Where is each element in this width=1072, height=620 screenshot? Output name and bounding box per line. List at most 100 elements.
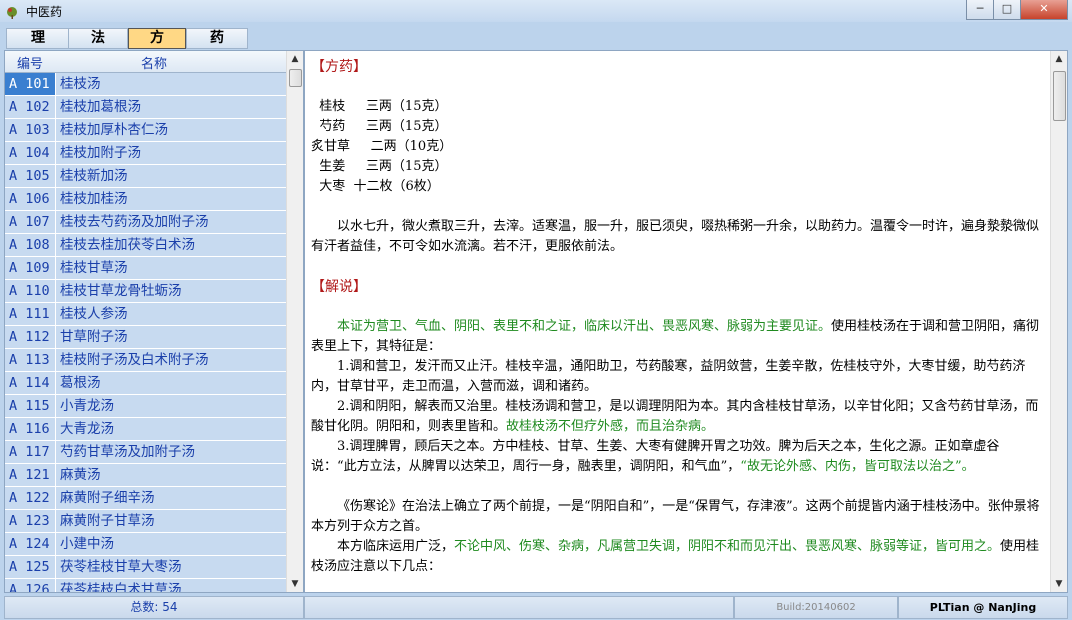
formula-code: A 125 [5,556,55,578]
formula-code: A 124 [5,533,55,555]
window-title: 中医药 [26,5,63,19]
author-label: PLTian @ NanJing [898,596,1068,619]
list-item[interactable]: A 125 茯苓桂枝甘草大枣汤 [5,556,286,579]
list-item[interactable]: A 126 茯苓桂枝白术甘草汤 [5,579,286,592]
formula-name: 桂枝甘草汤 [56,257,286,279]
formula-name: 桂枝汤 [56,73,286,95]
total-count: 总数: 54 [4,596,304,619]
minimize-button[interactable]: ─ [966,0,994,20]
formula-name: 桂枝附子汤及白术附子汤 [56,349,286,371]
herb-line: 炙甘草 二两（10克） [311,139,453,154]
status-bar: 总数: 54 Build:20140602 PLTian @ NanJing [0,593,1072,620]
formula-name: 大青龙汤 [56,418,286,440]
section-heading-explanation: 【解说】 [311,279,367,295]
status-empty-cell [304,596,734,619]
formula-code: A 115 [5,395,55,417]
formula-name: 麻黄附子细辛汤 [56,487,286,509]
formula-name: 茯苓桂枝甘草大枣汤 [56,556,286,578]
formula-name: 桂枝加附子汤 [56,142,286,164]
tab-bar: 理 法 方 药 [0,25,1072,49]
list-item[interactable]: A 104 桂枝加附子汤 [5,142,286,165]
scroll-thumb[interactable] [289,69,302,87]
list-item[interactable]: A 105 桂枝新加汤 [5,165,286,188]
formula-code: A 114 [5,372,55,394]
formula-code: A 121 [5,464,55,486]
formula-name: 葛根汤 [56,372,286,394]
list-item[interactable]: A 121 麻黄汤 [5,464,286,487]
scroll-thumb[interactable] [1053,71,1066,121]
list-item[interactable]: A 111 桂枝人参汤 [5,303,286,326]
formula-code: A 103 [5,119,55,141]
formula-code: A 113 [5,349,55,371]
scroll-up-arrow-icon[interactable]: ▲ [1051,51,1067,67]
scroll-down-arrow-icon[interactable]: ▼ [287,576,303,592]
tab-yao[interactable]: 药 [186,28,248,49]
list-item[interactable]: A 101 桂枝汤 [5,73,286,96]
detail-scrollbar[interactable]: ▲ ▼ [1050,51,1067,592]
list-item[interactable]: A 102 桂枝加葛根汤 [5,96,286,119]
herb-line: 芍药 三两（15克） [311,119,448,134]
formula-code: A 104 [5,142,55,164]
detail-content: 【方药】 桂枝 三两（15克） 芍药 三两（15克） 炙甘草 二两（10克） 生… [311,57,1045,577]
explanation-paragraph: 1.调和营卫，发汗而又止汗。桂枝辛温，通阳助卫，芍药酸寒，益阴敛营，生姜辛散，佐… [311,359,1026,394]
herb-line: 生姜 三两（15克） [311,159,448,174]
formula-code: A 101 [5,73,55,95]
formula-code: A 116 [5,418,55,440]
formula-code: A 108 [5,234,55,256]
list-item[interactable]: A 109 桂枝甘草汤 [5,257,286,280]
formula-name: 桂枝加葛根汤 [56,96,286,118]
explanation-paragraph: 本方临床运用广泛，不论中风、伤寒、杂病，凡属营卫失调，阴阳不和而见汗出、畏恶风寒… [311,539,1040,574]
app-leaf-icon [7,7,17,19]
list-item[interactable]: A 108 桂枝去桂加茯苓白术汤 [5,234,286,257]
formula-code: A 122 [5,487,55,509]
list-item[interactable]: A 124 小建中汤 [5,533,286,556]
herb-line: 桂枝 三两（15克） [311,99,448,114]
formula-code: A 117 [5,441,55,463]
column-header-name[interactable]: 名称 [141,53,167,72]
scroll-up-arrow-icon[interactable]: ▲ [287,51,303,67]
tab-li[interactable]: 理 [6,28,70,49]
list-item[interactable]: A 110 桂枝甘草龙骨牡蛎汤 [5,280,286,303]
formula-name: 甘草附子汤 [56,326,286,348]
formula-name: 桂枝去芍药汤及加附子汤 [56,211,286,233]
column-header-code[interactable]: 编号 [17,53,43,72]
list-item[interactable]: A 123 麻黄附子甘草汤 [5,510,286,533]
formula-name: 麻黄汤 [56,464,286,486]
list-item[interactable]: A 116 大青龙汤 [5,418,286,441]
formula-code: A 102 [5,96,55,118]
formula-name: 桂枝人参汤 [56,303,286,325]
formula-name: 小建中汤 [56,533,286,555]
detail-pane: 【方药】 桂枝 三两（15克） 芍药 三两（15克） 炙甘草 二两（10克） 生… [304,50,1068,593]
maximize-button[interactable]: □ [993,0,1021,20]
list-item[interactable]: A 122 麻黄附子细辛汤 [5,487,286,510]
explanation-paragraph: 《伤寒论》在治法上确立了两个前提，一是“阴阳自和”，一是“保胃气，存津液”。这两… [311,499,1040,534]
list-item[interactable]: A 106 桂枝加桂汤 [5,188,286,211]
close-button[interactable]: ✕ [1020,0,1068,20]
tab-fa[interactable]: 法 [68,28,128,49]
formula-code: A 112 [5,326,55,348]
explanation-paragraph: 3.调理脾胃，顾后天之本。方中桂枝、甘草、生姜、大枣有健脾开胃之功效。脾为后天之… [311,439,1000,474]
list-scrollbar[interactable]: ▲ ▼ [286,51,303,592]
formula-code: A 123 [5,510,55,532]
formula-code: A 107 [5,211,55,233]
list-header: 编号 名称 [5,51,286,73]
list-item[interactable]: A 115 小青龙汤 [5,395,286,418]
list-item[interactable]: A 113 桂枝附子汤及白术附子汤 [5,349,286,372]
formula-name: 桂枝加桂汤 [56,188,286,210]
tab-fang[interactable]: 方 [128,28,186,49]
herb-line: 大枣 十二枚（6枚） [311,179,440,194]
formula-code: A 110 [5,280,55,302]
list-body: A 101 桂枝汤 A 102 桂枝加葛根汤 A 103 桂枝加厚朴杏仁汤 A 104 桂枝加… [5,73,286,592]
list-item[interactable]: A 117 芍药甘草汤及加附子汤 [5,441,286,464]
list-item[interactable]: A 107 桂枝去芍药汤及加附子汤 [5,211,286,234]
build-label: Build:20140602 [734,596,898,619]
list-item[interactable]: A 114 葛根汤 [5,372,286,395]
formula-name: 桂枝去桂加茯苓白术汤 [56,234,286,256]
scroll-down-arrow-icon[interactable]: ▼ [1051,576,1067,592]
formula-name: 芍药甘草汤及加附子汤 [56,441,286,463]
formula-name: 麻黄附子甘草汤 [56,510,286,532]
list-item[interactable]: A 103 桂枝加厚朴杏仁汤 [5,119,286,142]
formula-list: 编号 名称 A 101 桂枝汤 A 102 桂枝加葛根汤 A 103 桂枝加厚朴杏仁汤 A … [4,50,304,593]
formula-code: A 109 [5,257,55,279]
list-item[interactable]: A 112 甘草附子汤 [5,326,286,349]
